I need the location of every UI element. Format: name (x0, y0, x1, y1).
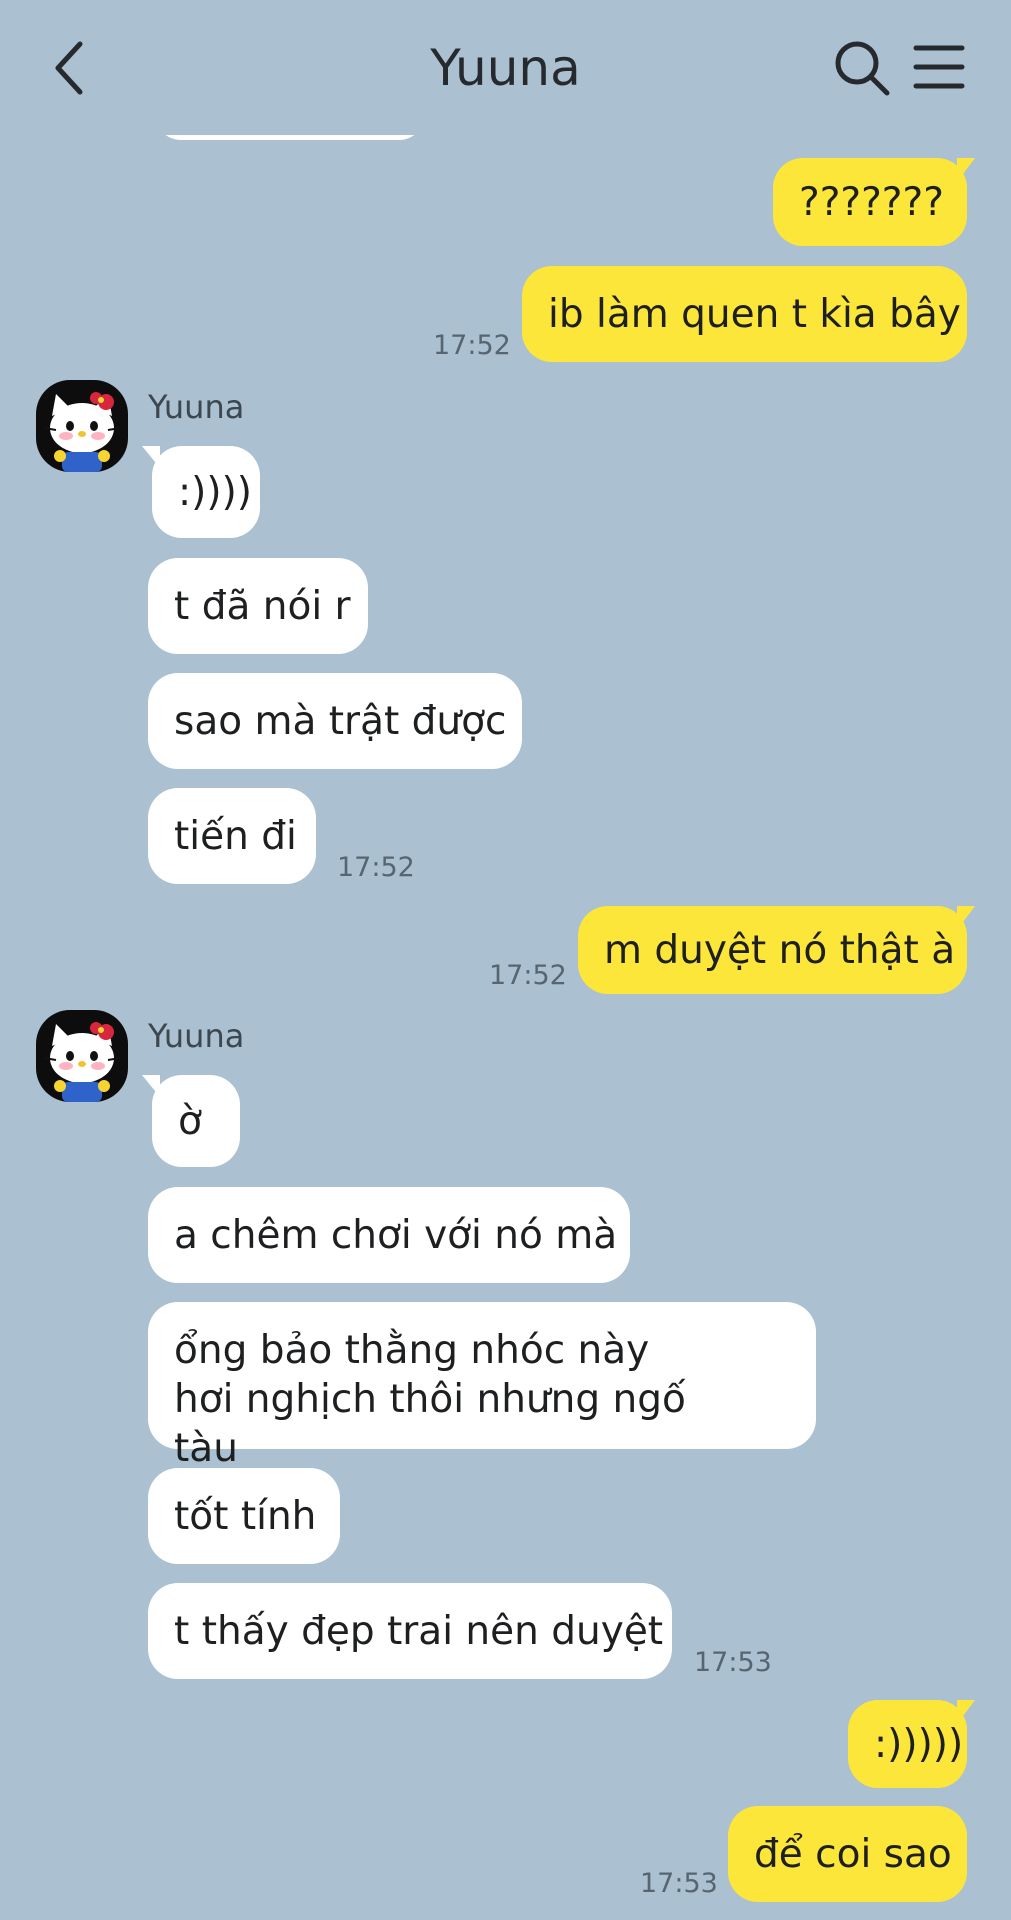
hello-kitty-avatar-icon (43, 392, 121, 472)
message-timestamp: 17:52 (489, 960, 567, 991)
menu-icon (913, 45, 965, 89)
message-text: m duyệt nó thật à (604, 927, 956, 973)
message-timestamp: 17:52 (337, 852, 415, 883)
message-text: ổng bảo thằng nhóc này hơi nghịch thôi n… (174, 1328, 686, 1471)
message-text: t đã nói r (174, 583, 351, 629)
message-timestamp: 17:53 (640, 1868, 718, 1899)
search-button[interactable] (832, 38, 892, 98)
search-icon (835, 41, 890, 96)
sender-name: Yuuna (148, 388, 245, 426)
message-bubble-incoming[interactable]: t thấy đẹp trai nên duyệt (148, 1583, 672, 1679)
message-text: :)))) (178, 469, 253, 515)
hello-kitty-avatar-icon (43, 1022, 121, 1102)
message-bubble-outgoing[interactable]: m duyệt nó thật à (578, 906, 975, 994)
message-text: :))))) (874, 1721, 964, 1767)
message-bubble-incoming[interactable]: a chêm chơi với nó mà (148, 1187, 630, 1283)
message-timestamp: 17:53 (694, 1647, 772, 1678)
chat-screen: Yuuna ??????? ib làm quen t kìa bây 17:5… (0, 0, 1011, 1920)
message-bubble-outgoing[interactable]: ??????? (773, 158, 975, 246)
message-text: tiến đi (174, 813, 297, 859)
message-bubble-incoming[interactable]: ờ (142, 1075, 240, 1167)
message-text: ib làm quen t kìa bây (548, 291, 961, 337)
message-bubble-incoming[interactable]: t đã nói r (148, 558, 368, 654)
message-text: tốt tính (174, 1493, 317, 1539)
sender-name: Yuuna (148, 1017, 245, 1055)
message-timestamp: 17:52 (433, 330, 511, 361)
message-text: ờ (178, 1098, 202, 1144)
contact-avatar[interactable] (36, 380, 128, 472)
message-bubble-incoming[interactable]: :)))) (142, 446, 260, 538)
message-text: t thấy đẹp trai nên duyệt (174, 1608, 664, 1654)
message-bubble-outgoing[interactable]: để coi sao (728, 1806, 967, 1902)
message-bubble-incoming[interactable]: sao mà trật được (148, 673, 522, 769)
message-bubble-incoming[interactable]: tiến đi (148, 788, 316, 884)
message-text: a chêm chơi với nó mà (174, 1212, 618, 1258)
message-text: để coi sao (754, 1831, 952, 1877)
message-text: sao mà trật được (174, 698, 507, 744)
message-bubble-incoming[interactable]: ổng bảo thằng nhóc này hơi nghịch thôi n… (148, 1302, 816, 1471)
message-text: ??????? (799, 179, 944, 225)
contact-avatar[interactable] (36, 1010, 128, 1102)
message-bubble-incoming[interactable]: tốt tính (148, 1468, 340, 1564)
message-bubble-outgoing[interactable]: :))))) (848, 1700, 975, 1788)
chat-header: Yuuna (0, 0, 1011, 135)
menu-button[interactable] (912, 42, 966, 92)
message-bubble-outgoing[interactable]: ib làm quen t kìa bây (522, 266, 967, 362)
